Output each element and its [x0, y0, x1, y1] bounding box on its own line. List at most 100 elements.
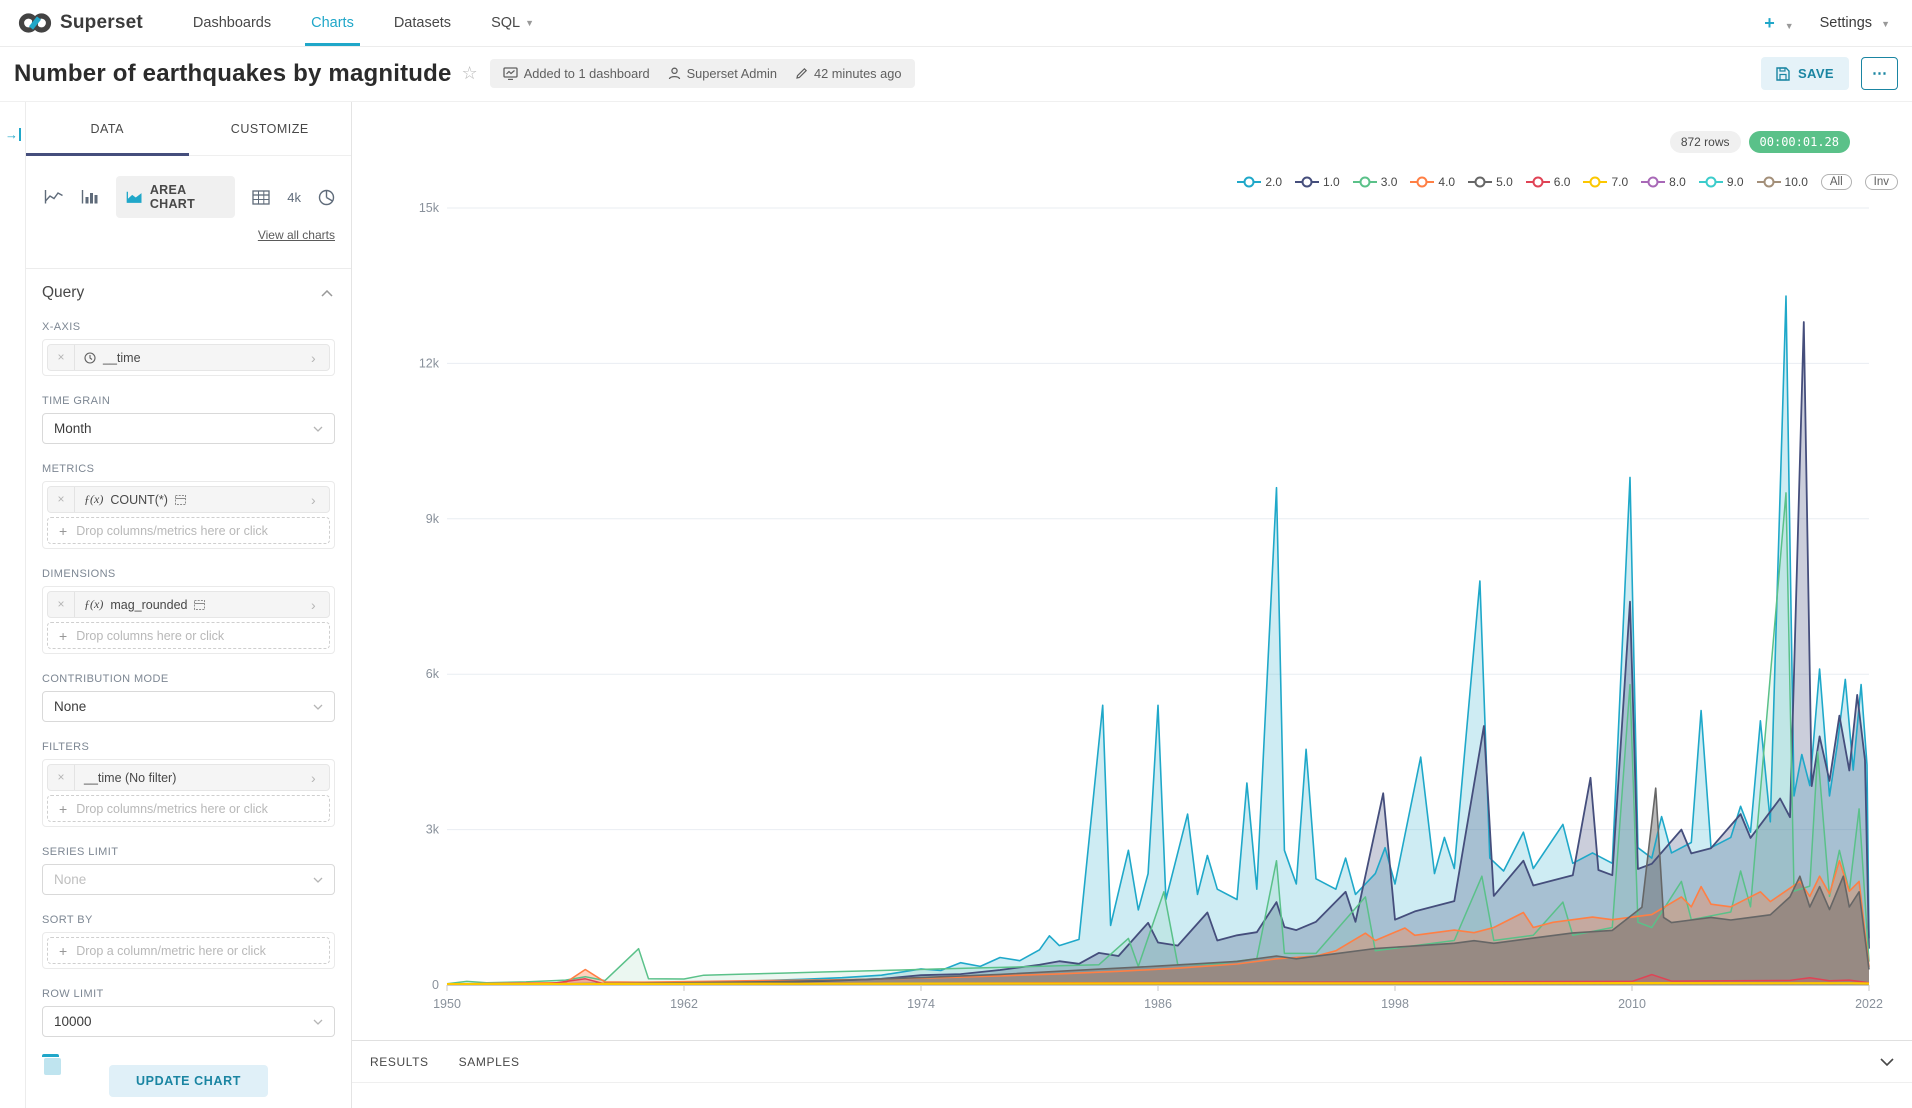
partial-checkbox[interactable] [44, 1058, 61, 1075]
row-limit-select[interactable]: 10000 [42, 1006, 335, 1037]
viz-type-4k[interactable]: 4k [287, 190, 301, 205]
chevron-down-icon: ▼ [525, 18, 534, 28]
remove-icon[interactable]: × [48, 345, 75, 370]
owner-meta[interactable]: Superset Admin [668, 66, 777, 81]
metric-count-field[interactable]: × ƒ(x) COUNT(*) › [47, 486, 330, 513]
contribution-mode-select[interactable]: None [42, 691, 335, 722]
table-badge-icon [175, 495, 186, 505]
plus-icon: + [59, 801, 67, 817]
chevron-right-icon: › [311, 492, 329, 508]
remove-icon[interactable]: × [48, 592, 75, 617]
area-chart[interactable]: 03k6k9k12k15k195019621974198619982010202… [352, 102, 1912, 1108]
nav-dashboards[interactable]: Dashboards [173, 0, 291, 46]
legend-item[interactable]: 5.0 [1468, 175, 1513, 189]
collapse-results-button[interactable] [1880, 1058, 1894, 1066]
legend-item[interactable]: 6.0 [1526, 175, 1571, 189]
query-timer-badge[interactable]: 00:00:01.28 [1749, 131, 1850, 153]
new-item-button[interactable]: + ▼ [1764, 13, 1793, 34]
table-icon[interactable] [252, 190, 270, 205]
series-limit-select[interactable]: None [42, 864, 335, 895]
row-limit-value: 10000 [54, 1014, 92, 1029]
settings-menu[interactable]: Settings ▼ [1820, 15, 1890, 31]
line-chart-icon[interactable] [44, 189, 64, 205]
y-tick-label: 6k [426, 667, 440, 681]
dimensions-label: DIMENSIONS [42, 568, 335, 580]
chart-header: Number of earthquakes by magnitude ☆ Add… [0, 46, 1912, 102]
nav-sql-label: SQL [491, 15, 520, 31]
table-badge-icon [194, 600, 205, 610]
legend-item[interactable]: 7.0 [1583, 175, 1628, 189]
control-panel: DATA CUSTOMIZE AREA CHART [26, 102, 352, 1108]
page-title: Number of earthquakes by magnitude [14, 60, 452, 88]
modified-meta[interactable]: 42 minutes ago [795, 66, 902, 81]
dashboards-meta[interactable]: Added to 1 dashboard [503, 66, 650, 81]
legend-item[interactable]: 10.0 [1757, 175, 1808, 189]
save-button[interactable]: SAVE [1761, 57, 1849, 90]
time-grain-select[interactable]: Month [42, 413, 335, 444]
legend-item[interactable]: 4.0 [1410, 175, 1455, 189]
chevron-up-icon [321, 290, 333, 297]
x-tick-label: 1998 [1381, 997, 1409, 1011]
viz-type-area-chart[interactable]: AREA CHART [116, 176, 235, 218]
tab-results[interactable]: RESULTS [370, 1055, 429, 1069]
legend-button-inv[interactable]: Inv [1865, 174, 1898, 190]
expand-panel-icon[interactable]: → [5, 128, 21, 141]
header-actions: SAVE ⋯ [1761, 57, 1898, 90]
query-badges: 872 rows 00:00:01.28 [1670, 131, 1850, 153]
legend-label: 4.0 [1438, 175, 1455, 189]
dimensions-drop-hint: Drop columns here or click [76, 629, 224, 643]
legend-button-all[interactable]: All [1821, 174, 1852, 190]
dimensions-dropzone[interactable]: + Drop columns here or click [47, 622, 330, 649]
tab-samples[interactable]: SAMPLES [459, 1055, 520, 1069]
nav-charts[interactable]: Charts [291, 0, 374, 46]
remove-icon[interactable]: × [48, 765, 75, 790]
x-axis-field[interactable]: × __time › [47, 344, 330, 371]
metrics-dropzone[interactable]: + Drop columns/metrics here or click [47, 517, 330, 544]
chart-area: 872 rows 00:00:01.28 2.0 1.0 3.0 4.0 5.0 6.0 7… [352, 102, 1912, 1108]
ellipsis-icon: ⋯ [1872, 65, 1887, 82]
save-icon [1776, 67, 1790, 81]
favorite-star-icon[interactable]: ☆ [462, 63, 478, 84]
workspace: → DATA CUSTOMIZE AREA [0, 102, 1912, 1108]
query-section-header[interactable]: Query [26, 269, 351, 302]
series-limit-label: SERIES LIMIT [42, 846, 335, 858]
sort-by-dropzone[interactable]: + Drop a column/metric here or click [47, 937, 330, 964]
update-chart-button[interactable]: UPDATE CHART [109, 1065, 268, 1097]
legend-marker-icon [1641, 176, 1665, 188]
dimension-field[interactable]: × ƒ(x) mag_rounded › [47, 591, 330, 618]
row-count-badge: 872 rows [1670, 131, 1741, 153]
owner-label: Superset Admin [687, 66, 777, 81]
legend-marker-icon [1237, 176, 1261, 188]
filters-dropzone[interactable]: + Drop columns/metrics here or click [47, 795, 330, 822]
legend-item[interactable]: 2.0 [1237, 175, 1282, 189]
contribution-mode-value: None [54, 699, 86, 714]
pie-chart-icon[interactable] [318, 189, 335, 206]
legend-item[interactable]: 3.0 [1353, 175, 1398, 189]
tab-data[interactable]: DATA [26, 102, 189, 155]
view-all-charts-link[interactable]: View all charts [26, 218, 351, 242]
legend-item[interactable]: 1.0 [1295, 175, 1340, 189]
filter-field[interactable]: × __time (No filter) › [47, 764, 330, 791]
dimension-value: mag_rounded [110, 598, 187, 612]
chevron-down-icon: ▼ [1881, 19, 1890, 29]
nav-datasets[interactable]: Datasets [374, 0, 471, 46]
legend-marker-icon [1699, 176, 1723, 188]
superset-logo[interactable]: Superset [0, 0, 157, 46]
legend-marker-icon [1295, 176, 1319, 188]
legend-label: 7.0 [1611, 175, 1628, 189]
y-tick-label: 9k [426, 512, 440, 526]
nav-sql[interactable]: SQL ▼ [471, 0, 554, 46]
navbar: Superset Dashboards Charts Datasets SQL … [0, 0, 1912, 46]
more-options-button[interactable]: ⋯ [1861, 57, 1898, 90]
bar-chart-icon[interactable] [81, 189, 99, 205]
chevron-down-icon [313, 704, 323, 710]
brand-name: Superset [60, 12, 143, 34]
save-label: SAVE [1798, 66, 1834, 81]
series-limit-placeholder: None [54, 872, 86, 887]
legend-item[interactable]: 8.0 [1641, 175, 1686, 189]
area-chart-icon [126, 190, 143, 205]
tab-customize[interactable]: CUSTOMIZE [189, 102, 352, 155]
superset-infinity-icon [18, 11, 52, 35]
legend-item[interactable]: 9.0 [1699, 175, 1744, 189]
remove-icon[interactable]: × [48, 487, 75, 512]
